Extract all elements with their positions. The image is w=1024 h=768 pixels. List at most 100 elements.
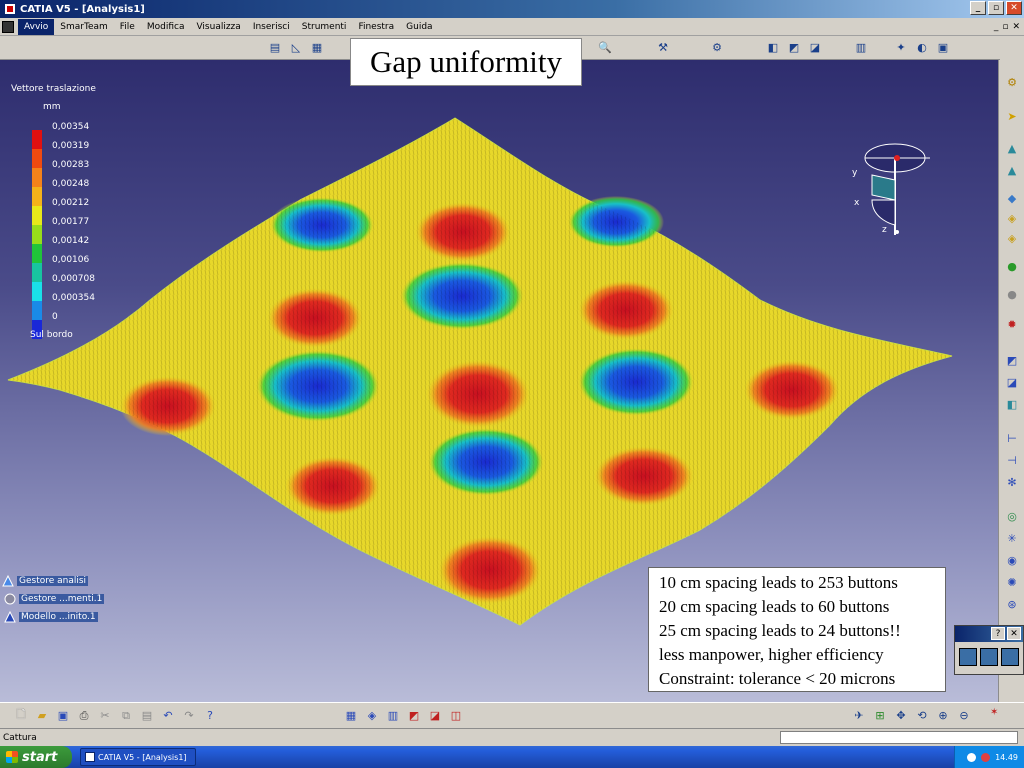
tree-item-gestore-menti[interactable]: Gestore ...menti.1 (2, 590, 105, 608)
pan-icon[interactable]: ✥ (892, 707, 910, 724)
legend-label: 0,00283 (52, 160, 90, 170)
compute-mesh-icon[interactable]: ▦ (342, 707, 360, 724)
start-button[interactable]: start (0, 746, 72, 768)
target-icon[interactable]: ◎ (1003, 508, 1021, 525)
load-icon[interactable]: ◈ (1003, 210, 1021, 227)
fly-icon[interactable]: ✈ (850, 707, 868, 724)
connection-icon[interactable]: ◧ (1003, 396, 1021, 413)
mdi-minimize-button[interactable]: _ (994, 22, 999, 32)
menu-smarteam[interactable]: SmarTeam (54, 19, 113, 35)
window-title: CATIA V5 - [Analysis1] (20, 3, 145, 15)
contact-icon[interactable]: ⊛ (1003, 596, 1021, 613)
restore-button[interactable]: ▫ (988, 1, 1004, 15)
sensor-icon[interactable]: ● (1003, 258, 1021, 275)
beam-icon[interactable]: ⊢ (1003, 430, 1021, 447)
stress-icon[interactable]: ◪ (806, 39, 824, 56)
fastener-icon[interactable]: ✳ (1003, 530, 1021, 547)
document-icon[interactable] (2, 20, 14, 33)
image-icon[interactable]: ▣ (934, 39, 952, 56)
wrench-icon[interactable]: ⚒ (654, 39, 672, 56)
taskbar: start CATIA V5 - [Analysis1] 14.49 (0, 746, 1024, 768)
spring-icon[interactable]: ⊣ (1003, 452, 1021, 469)
new-file-icon[interactable]: 🗋 (12, 707, 30, 724)
displacement-icon[interactable]: ◪ (426, 707, 444, 724)
help-button[interactable]: ? (991, 627, 1005, 640)
security-icon[interactable] (981, 752, 991, 762)
legend-label: 0,00248 (52, 179, 90, 189)
print-icon[interactable]: ⎙ (75, 707, 93, 724)
mini-close-button[interactable]: ✕ (1007, 627, 1021, 640)
menu-inserisci[interactable]: Inserisci (247, 19, 296, 35)
sketch-icon[interactable]: ▤ (266, 39, 284, 56)
mdi-restore-button[interactable]: ▫ (1002, 22, 1008, 32)
report-icon[interactable]: ▥ (852, 39, 870, 56)
zoom-out-icon[interactable]: ⊖ (955, 707, 973, 724)
undo-icon[interactable]: ↶ (159, 707, 177, 724)
network-icon[interactable] (967, 752, 977, 762)
rigid-icon[interactable]: ✻ (1003, 474, 1021, 491)
mass-icon[interactable]: ◩ (1003, 352, 1021, 369)
menu-guida[interactable]: Guida (400, 19, 438, 35)
cube-icon[interactable]: ◆ (1003, 190, 1021, 207)
principal-icon[interactable]: ◫ (447, 707, 465, 724)
zoom-icon[interactable]: 🔍 (596, 39, 614, 56)
redo-icon[interactable]: ↷ (180, 707, 198, 724)
weld-icon[interactable]: ◉ (1003, 552, 1021, 569)
select-arrow-icon[interactable]: ➤ (1003, 108, 1021, 125)
mesh-visu-icon[interactable]: ◈ (363, 707, 381, 724)
list-icon[interactable]: ▦ (308, 39, 326, 56)
chart-tool-icon[interactable] (1001, 648, 1019, 666)
clock: 14.49 (995, 752, 1018, 762)
whats-this-icon[interactable]: ? (201, 707, 219, 724)
rotate-icon[interactable]: ⟲ (913, 707, 931, 724)
save-icon[interactable]: ▣ (54, 707, 72, 724)
catia-window: CATIA V5 - [Analysis1] _ ▫ ✕ Avvio SmarT… (0, 0, 1024, 768)
menu-file[interactable]: File (114, 19, 141, 35)
deformation-tool-icon[interactable] (980, 648, 998, 666)
virtual-part-icon[interactable]: ◪ (1003, 374, 1021, 391)
tree-item-modello-inito[interactable]: Modello ...inito.1 (2, 608, 104, 626)
open-folder-icon[interactable]: ▰ (33, 707, 51, 724)
bug-icon[interactable]: ✹ (1003, 316, 1021, 333)
copy-icon[interactable]: ⧉ (117, 707, 135, 724)
right-toolbar: ⚙ ➤ ▲ ▲ ◆ ◈ ◈ ● ● ✹ ◩ ◪ ◧ ⊢ ⊣ ✻ ◎ ✳ ◉ ✺ … (998, 60, 1024, 702)
sensor-icon[interactable]: ✦ (892, 39, 910, 56)
image-tool-icon[interactable] (959, 648, 977, 666)
zoom-in-icon[interactable]: ⊕ (934, 707, 952, 724)
toolbar-group-6: ▥ (852, 39, 870, 56)
legend-swatch (32, 244, 42, 263)
clamp-icon[interactable]: ▲ (1003, 162, 1021, 179)
toolbar-group-4: ⚙ (708, 39, 726, 56)
mdi-close-button[interactable]: ✕ (1012, 22, 1020, 32)
toolbar-group-7: ✦ ◐ ▣ (892, 39, 952, 56)
legend-label: 0,00142 (52, 236, 90, 246)
cut-icon[interactable]: ✂ (96, 707, 114, 724)
catia-task-icon (85, 752, 95, 762)
bolt-icon[interactable]: ✺ (1003, 574, 1021, 591)
taskbar-item-catia[interactable]: CATIA V5 - [Analysis1] (80, 748, 196, 766)
restraint-icon[interactable]: ▲ (1003, 140, 1021, 157)
minimize-button[interactable]: _ (970, 1, 986, 15)
paste-icon[interactable]: ▤ (138, 707, 156, 724)
compass-icon[interactable]: y x z (850, 140, 940, 240)
deform-icon[interactable]: ◩ (785, 39, 803, 56)
measure-icon[interactable]: ◺ (287, 39, 305, 56)
mini-dialog-tools (955, 642, 1023, 672)
von-mises-icon[interactable]: ◩ (405, 707, 423, 724)
gear-icon[interactable]: ⚙ (1003, 74, 1021, 91)
pressure-icon[interactable]: ◈ (1003, 230, 1021, 247)
menu-avvio[interactable]: Avvio (18, 18, 55, 35)
menu-strumenti[interactable]: Strumenti (296, 19, 353, 35)
menu-visualizza[interactable]: Visualizza (190, 19, 246, 35)
mesh-icon[interactable]: ◧ (764, 39, 782, 56)
animate-icon[interactable]: ◐ (913, 39, 931, 56)
results-icon[interactable]: ▥ (384, 707, 402, 724)
tree-item-gestore-analisi[interactable]: Gestore analisi (2, 572, 104, 590)
sphere-icon[interactable]: ● (1003, 286, 1021, 303)
compute-icon[interactable]: ⚙ (708, 39, 726, 56)
menu-modifica[interactable]: Modifica (141, 19, 191, 35)
menu-finestra[interactable]: Finestra (352, 19, 400, 35)
fit-all-icon[interactable]: ⊞ (871, 707, 889, 724)
close-button[interactable]: ✕ (1006, 1, 1022, 15)
command-input[interactable] (780, 731, 1018, 744)
